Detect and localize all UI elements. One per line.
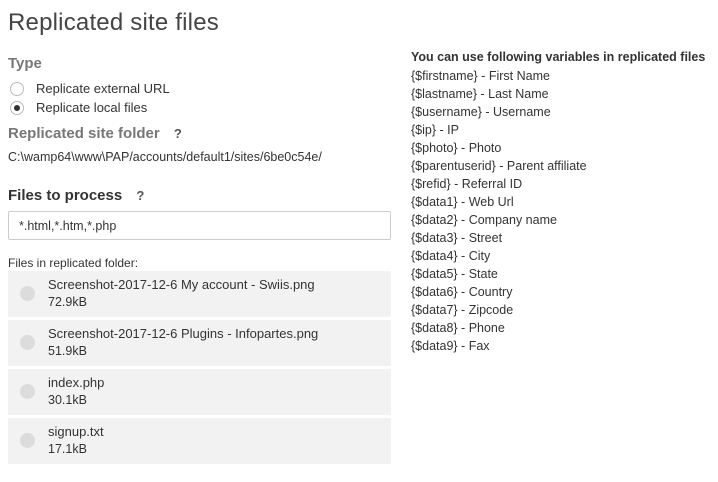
file-size: 51.9kB (48, 344, 87, 358)
variable-item: {$photo} - Photo (411, 141, 502, 155)
file-select-circle[interactable] (20, 286, 35, 301)
file-name: index.php (48, 375, 105, 390)
file-name: Screenshot-2017-12-6 My account - Swiis.… (48, 277, 315, 292)
radio-local-files-indicator[interactable] (10, 100, 24, 115)
variable-item: {$data1} - Web Url (411, 195, 514, 209)
variable-item: {$lastname} - Last Name (411, 87, 549, 101)
file-size: 17.1kB (48, 442, 87, 456)
radio-local-files[interactable]: Replicate local files (10, 100, 147, 115)
site-folder-help-icon[interactable]: ? (174, 126, 182, 141)
file-size: 30.1kB (48, 393, 87, 407)
files-to-process-help-icon[interactable]: ? (136, 188, 144, 203)
file-list-item[interactable]: index.php 30.1kB (8, 369, 391, 415)
files-to-process-label-row: Files to process ? (8, 187, 144, 204)
variable-item: {$data7} - Zipcode (411, 303, 514, 317)
page-title: Replicated site files (8, 9, 219, 36)
variable-item: {$data3} - Street (411, 231, 503, 245)
folder-file-list: Screenshot-2017-12-6 My account - Swiis.… (8, 271, 391, 467)
variable-item: {$refid} - Referral ID (411, 177, 523, 191)
variable-item: {$username} - Username (411, 105, 551, 119)
variables-panel: You can use following variables in repli… (411, 50, 705, 355)
radio-external-url-label: Replicate external URL (36, 81, 170, 96)
file-size: 72.9kB (48, 295, 87, 309)
variable-item: {$data6} - Country (411, 285, 513, 299)
site-folder-label: Replicated site folder (8, 125, 160, 142)
variable-item: {$data9} - Fax (411, 339, 490, 353)
file-name: Screenshot-2017-12-6 Plugins - Infoparte… (48, 326, 319, 341)
variable-item: {$data8} - Phone (411, 321, 505, 335)
variables-heading: You can use following variables in repli… (411, 50, 706, 64)
file-list-item[interactable]: signup.txt 17.1kB (8, 418, 391, 464)
radio-external-url[interactable]: Replicate external URL (10, 81, 170, 96)
variable-item: {$data4} - City (411, 249, 491, 263)
radio-external-url-indicator[interactable] (10, 81, 24, 96)
files-to-process-input[interactable] (8, 211, 391, 240)
site-folder-label-row: Replicated site folder ? (8, 125, 182, 142)
file-select-circle[interactable] (20, 335, 35, 350)
file-select-circle[interactable] (20, 433, 35, 448)
file-name: signup.txt (48, 424, 104, 439)
file-select-circle[interactable] (20, 384, 35, 399)
type-label: Type (8, 55, 42, 72)
variable-item: {$firstname} - First Name (411, 69, 550, 83)
variable-item: {$data5} - State (411, 267, 498, 281)
variable-item: {$data2} - Company name (411, 213, 557, 227)
files-to-process-label: Files to process (8, 187, 123, 204)
folder-files-label: Files in replicated folder: (8, 256, 139, 270)
variable-item: {$parentuserid} - Parent affiliate (411, 159, 587, 173)
variable-item: {$ip} - IP (411, 123, 459, 137)
file-list-item[interactable]: Screenshot-2017-12-6 My account - Swiis.… (8, 271, 391, 317)
site-folder-path: C:\wamp64\www\PAP/accounts/default1/site… (8, 150, 322, 164)
file-list-item[interactable]: Screenshot-2017-12-6 Plugins - Infoparte… (8, 320, 391, 366)
radio-local-files-label: Replicate local files (36, 100, 148, 115)
